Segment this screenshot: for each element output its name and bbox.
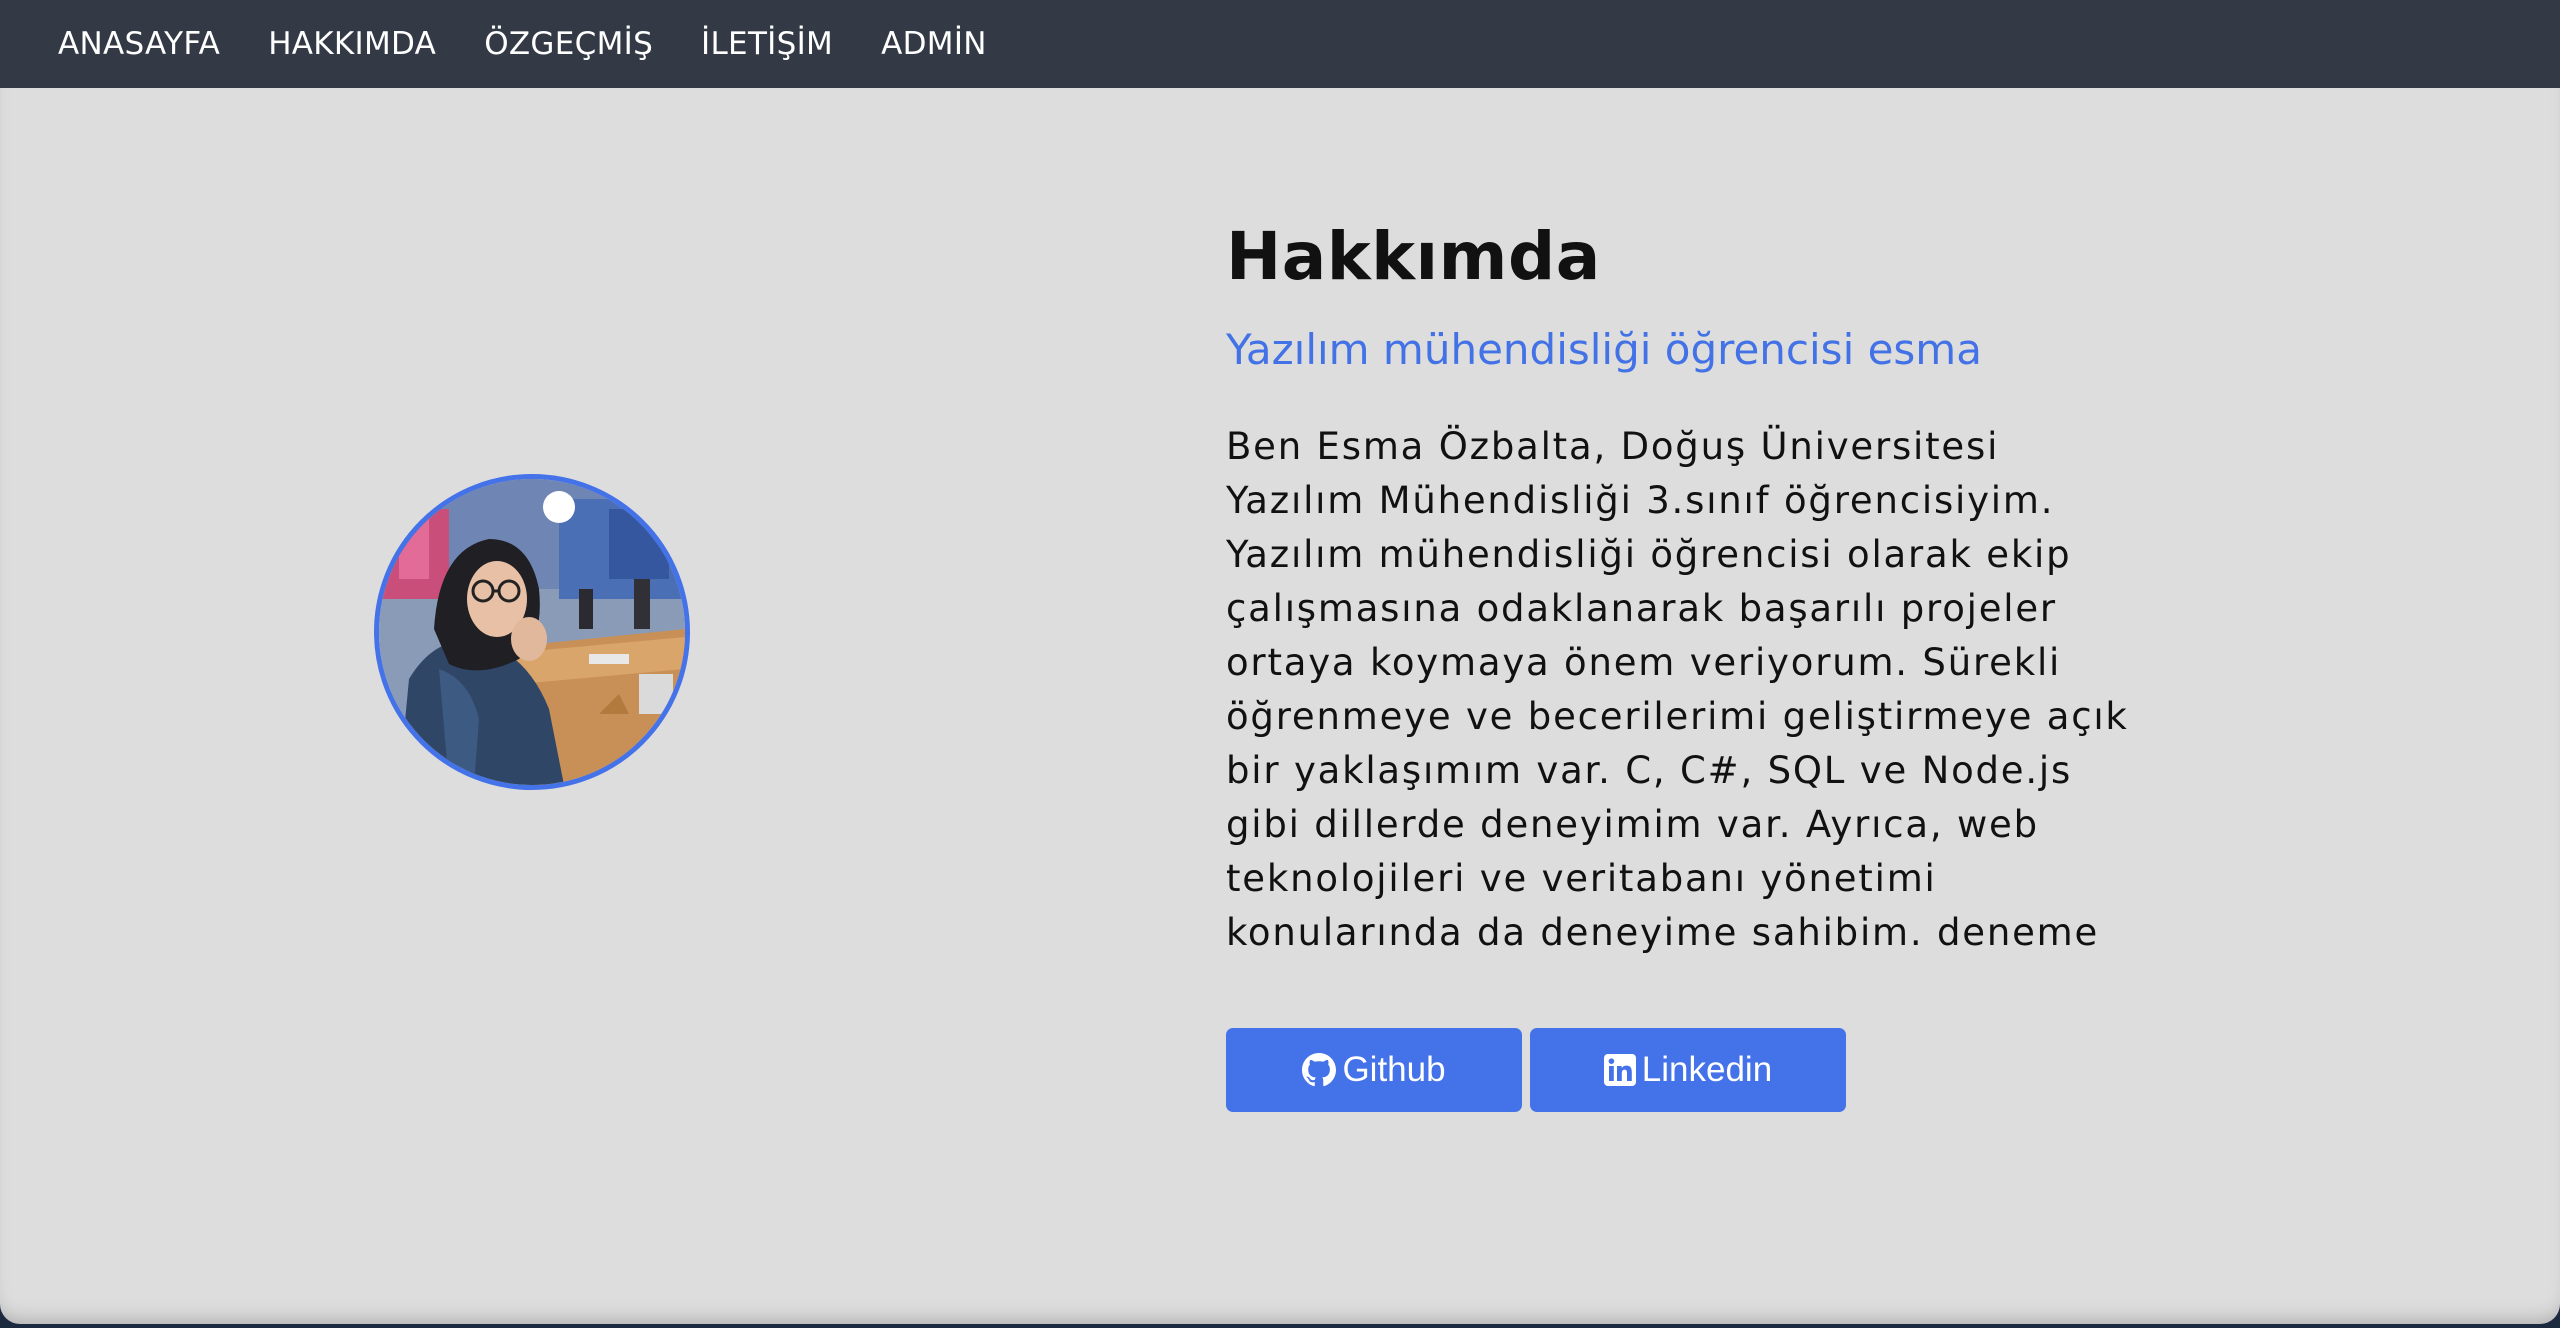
- about-content: Hakkımda Yazılım mühendisliği öğrencisi …: [1226, 218, 2156, 1112]
- nav-link-hakkimda[interactable]: HAKKIMDA: [268, 26, 436, 62]
- profile-photo: [374, 474, 690, 790]
- top-navbar: ANASAYFA HAKKIMDA ÖZGEÇMİŞ İLETİŞİM ADMİ…: [0, 0, 2560, 88]
- nav-link-admin[interactable]: ADMİN: [881, 26, 987, 62]
- nav-links: ANASAYFA HAKKIMDA ÖZGEÇMİŞ İLETİŞİM ADMİ…: [58, 26, 1035, 62]
- linkedin-button-label: Linkedin: [1641, 1050, 1773, 1089]
- linkedin-button[interactable]: Linkedin: [1530, 1028, 1846, 1112]
- social-buttons: Github Linkedin: [1226, 1028, 2156, 1112]
- page-subtitle: Yazılım mühendisliği öğrencisi esma: [1226, 325, 1982, 374]
- page-title: Hakkımda: [1226, 218, 1601, 295]
- nav-link-iletisim[interactable]: İLETİŞİM: [701, 26, 833, 62]
- linkedin-icon: [1603, 1054, 1636, 1086]
- nav-link-ozgecmis[interactable]: ÖZGEÇMİŞ: [484, 26, 653, 62]
- bio-text: Ben Esma Özbalta, Doğuş Üniversitesi Yaz…: [1226, 425, 2129, 954]
- nav-link-anasayfa[interactable]: ANASAYFA: [58, 26, 220, 62]
- about-section: Hakkımda Yazılım mühendisliği öğrencisi …: [0, 88, 2560, 1324]
- github-button[interactable]: Github: [1226, 1028, 1522, 1112]
- github-button-label: Github: [1342, 1050, 1446, 1089]
- github-icon: [1302, 1053, 1337, 1087]
- profile-photo-image: [379, 479, 685, 785]
